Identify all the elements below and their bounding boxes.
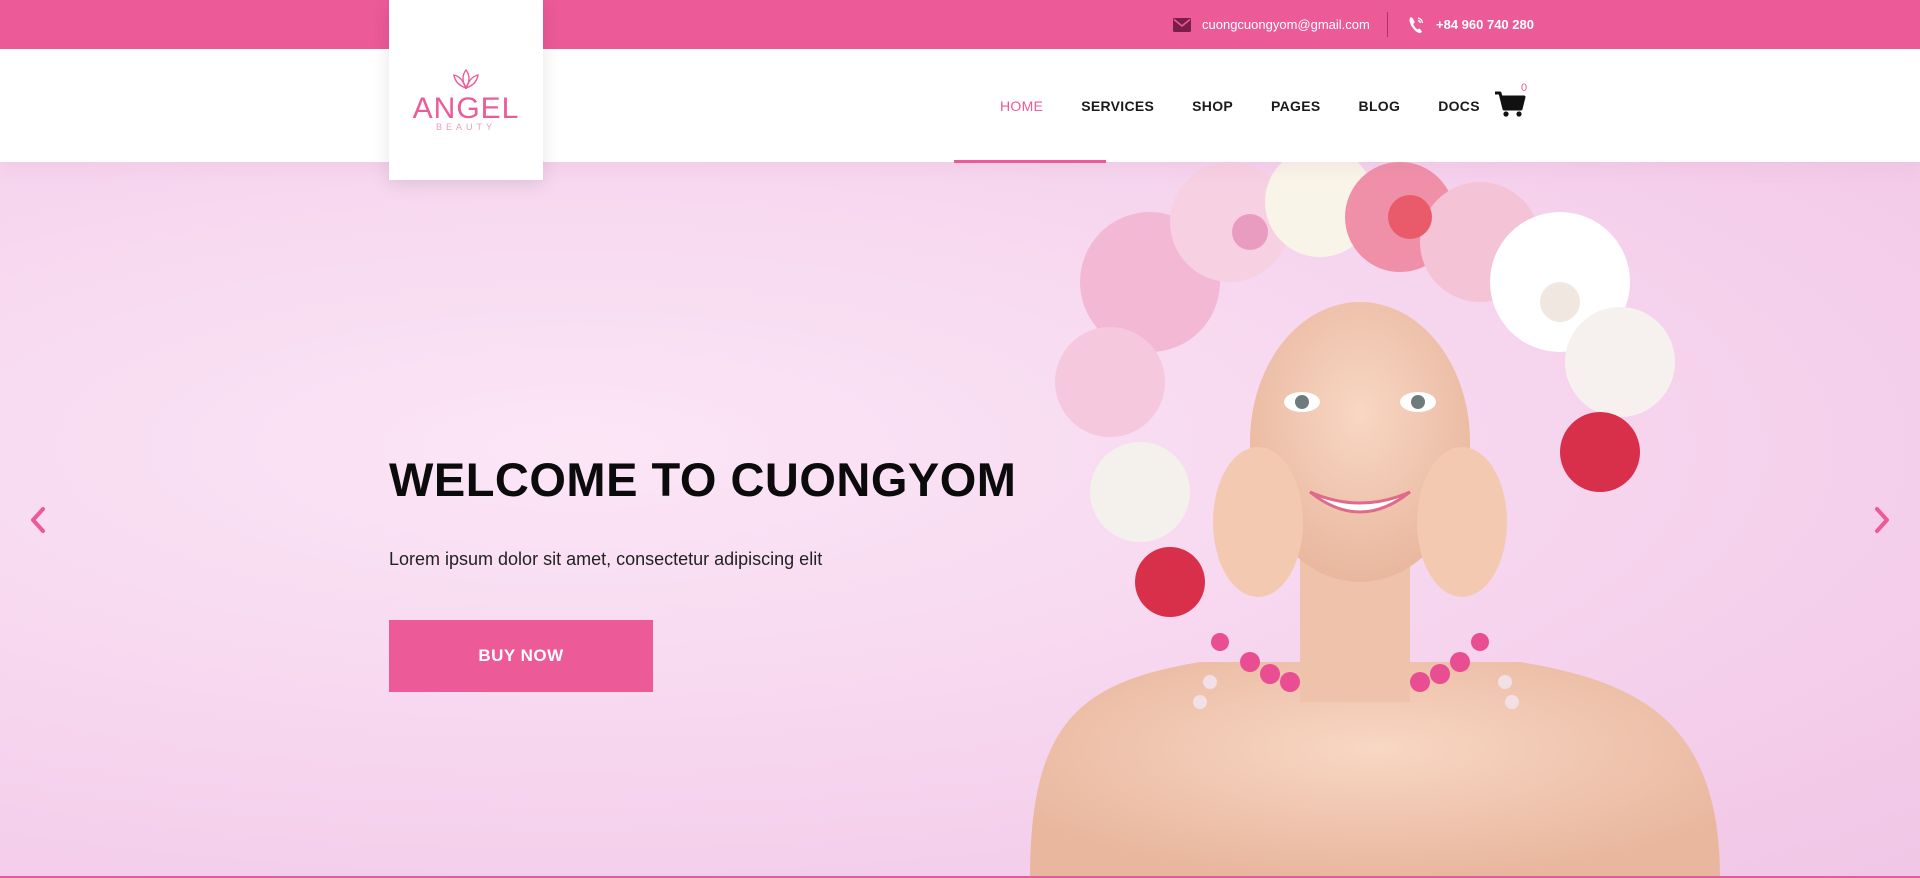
logo-name: ANGEL	[412, 92, 520, 125]
main-nav: HOME SERVICES SHOP PAGES BLOG DOCS	[1000, 49, 1518, 162]
hero-model-image	[1030, 162, 1720, 878]
nav-active-underline	[954, 160, 1106, 163]
top-bar	[0, 0, 1920, 49]
logo[interactable]: ANGEL BEAUTY	[389, 0, 543, 180]
cart-count-badge: 0	[1521, 82, 1528, 94]
lotus-icon	[450, 68, 482, 92]
logo-tagline: BEAUTY	[435, 122, 496, 132]
envelope-icon	[1172, 15, 1192, 35]
hero-title: WELCOME TO CUONGYOM	[389, 453, 1017, 506]
chevron-left-icon[interactable]	[18, 500, 58, 540]
phone-icon	[1406, 15, 1426, 35]
header	[0, 49, 1920, 162]
top-email-text: cuongcuongyom@gmail.com	[1202, 17, 1370, 32]
top-phone-text: +84 960 740 280	[1436, 17, 1534, 32]
nav-pages[interactable]: PAGES	[1271, 98, 1320, 114]
nav-services[interactable]: SERVICES	[1081, 98, 1154, 114]
top-email-contact[interactable]: cuongcuongyom@gmail.com	[1172, 0, 1370, 49]
top-phone-contact[interactable]: +84 960 740 280	[1406, 0, 1534, 49]
buy-now-button[interactable]: BUY NOW	[389, 620, 653, 692]
chevron-right-icon[interactable]	[1862, 500, 1902, 540]
top-divider	[1387, 12, 1388, 37]
hero-subtitle: Lorem ipsum dolor sit amet, consectetur …	[389, 549, 823, 569]
nav-shop[interactable]: SHOP	[1192, 98, 1233, 114]
nav-home[interactable]: HOME	[1000, 98, 1043, 114]
nav-docs[interactable]: DOCS	[1438, 98, 1480, 114]
nav-blog[interactable]: BLOG	[1359, 98, 1401, 114]
cart-icon[interactable]	[1494, 90, 1526, 118]
